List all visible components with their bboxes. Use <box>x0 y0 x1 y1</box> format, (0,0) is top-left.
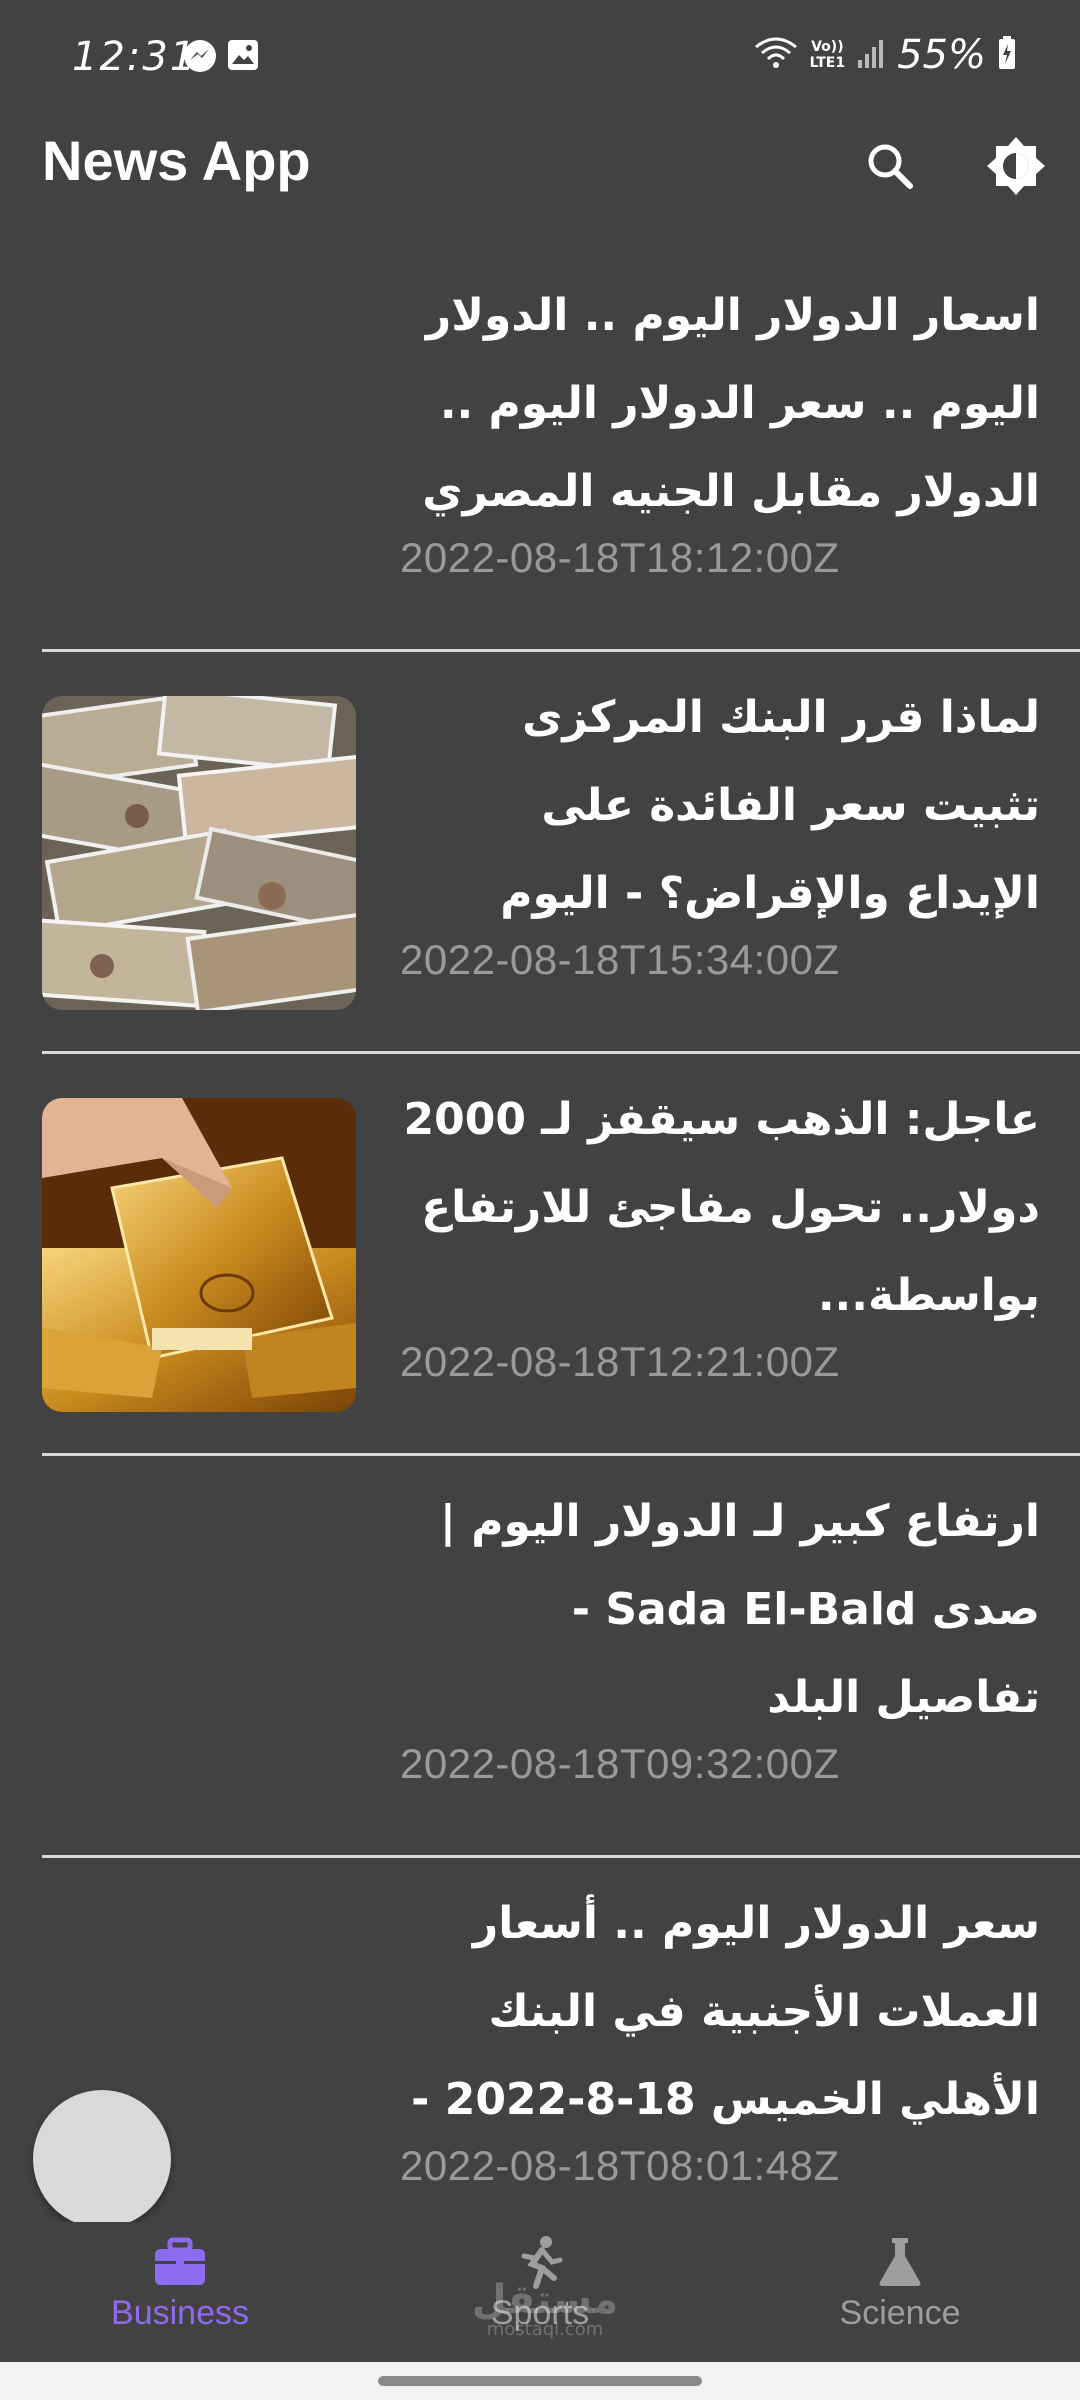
news-title: سعر الدولار اليوم .. أسعار العملات الأجن… <box>400 1880 1040 2144</box>
wifi-icon <box>754 35 798 75</box>
gallery-icon <box>226 38 260 76</box>
app-title: News App <box>42 129 311 192</box>
watermark-sub: mostaql.com <box>486 2319 604 2340</box>
status-right-group: Vo)) LTE1 55% <box>754 32 1016 78</box>
news-title-text: ارتفاع كبير لـ الدولار اليوم | صدى Sada … <box>439 1496 1040 1723</box>
news-title: ارتفاع كبير لـ الدولار اليوم | صدى Sada … <box>400 1478 1040 1742</box>
nav-label-science: Science <box>839 2294 961 2332</box>
battery-percent: 55% <box>897 32 986 78</box>
news-date: 2022-08-18T18:12:00Z <box>400 534 840 581</box>
watermark-main: مستقل <box>471 2277 619 2323</box>
signal-icon <box>857 38 885 72</box>
news-date: 2022-08-18T12:21:00Z <box>400 1338 840 1385</box>
home-gesture-bar[interactable] <box>378 2376 702 2386</box>
news-item[interactable]: اسعار الدولار اليوم .. الدولار اليوم .. … <box>0 250 1080 652</box>
nav-item-science[interactable]: Science <box>750 2232 1050 2352</box>
banknotes-image <box>42 696 356 1010</box>
nav-label-business: Business <box>111 2294 249 2332</box>
floating-action-button[interactable] <box>33 2090 171 2228</box>
news-item[interactable]: ارتفاع كبير لـ الدولار اليوم | صدى Sada … <box>0 1456 1080 1858</box>
news-title: اسعار الدولار اليوم .. الدولار اليوم .. … <box>400 272 1040 536</box>
volte-bottom: LTE1 <box>809 55 846 71</box>
news-item[interactable]: لماذا قرر البنك المركزى تثبيت سعر الفائد… <box>0 652 1080 1054</box>
flask-icon <box>879 2238 921 2286</box>
briefcase-icon <box>155 2237 205 2285</box>
news-date: 2022-08-18T15:34:00Z <box>400 936 840 983</box>
news-title-text: لماذا قرر البنك المركزى تثبيت سعر الفائد… <box>500 692 1040 919</box>
news-title: عاجل: الذهب سيقفز لـ 2000 دولار.. تحول م… <box>400 1076 1040 1340</box>
status-time: 12:31 <box>72 34 198 80</box>
news-item[interactable]: سعر الدولار اليوم .. أسعار العملات الأجن… <box>0 1858 1080 2260</box>
news-title-text: سعر الدولار اليوم .. أسعار العملات الأجن… <box>411 1898 1040 2125</box>
news-thumbnail <box>42 696 356 1010</box>
theme-toggle-button[interactable] <box>976 126 1056 206</box>
search-button[interactable] <box>850 126 930 206</box>
battery-icon <box>998 36 1016 74</box>
news-title-text: عاجل: الذهب سيقفز لـ 2000 دولار.. تحول م… <box>403 1094 1040 1321</box>
gesture-navigation-area <box>0 2362 1080 2400</box>
volte-indicator: Vo)) LTE1 <box>810 39 845 71</box>
news-screen: 12:31 Vo)) LTE1 55% News App اسعار الدول… <box>0 0 1080 2400</box>
news-thumbnail <box>42 1098 356 1412</box>
status-bar: 12:31 Vo)) LTE1 55% <box>0 0 1080 118</box>
news-title-text: اسعار الدولار اليوم .. الدولار اليوم .. … <box>422 290 1040 517</box>
volte-top: Vo)) <box>811 39 844 55</box>
app-bar: News App <box>0 118 1080 248</box>
news-item[interactable]: عاجل: الذهب سيقفز لـ 2000 دولار.. تحول م… <box>0 1054 1080 1456</box>
search-icon <box>868 144 913 189</box>
news-date: 2022-08-18T08:01:48Z <box>400 2142 840 2189</box>
gold-bars-image <box>42 1098 356 1412</box>
news-title: لماذا قرر البنك المركزى تثبيت سعر الفائد… <box>400 674 1040 938</box>
news-date: 2022-08-18T09:32:00Z <box>400 1740 840 1787</box>
brightness-icon <box>987 137 1045 195</box>
messenger-icon <box>182 38 218 78</box>
watermark-logo: مستقل mostaql.com <box>470 2280 620 2340</box>
nav-item-business[interactable]: Business <box>30 2232 330 2352</box>
